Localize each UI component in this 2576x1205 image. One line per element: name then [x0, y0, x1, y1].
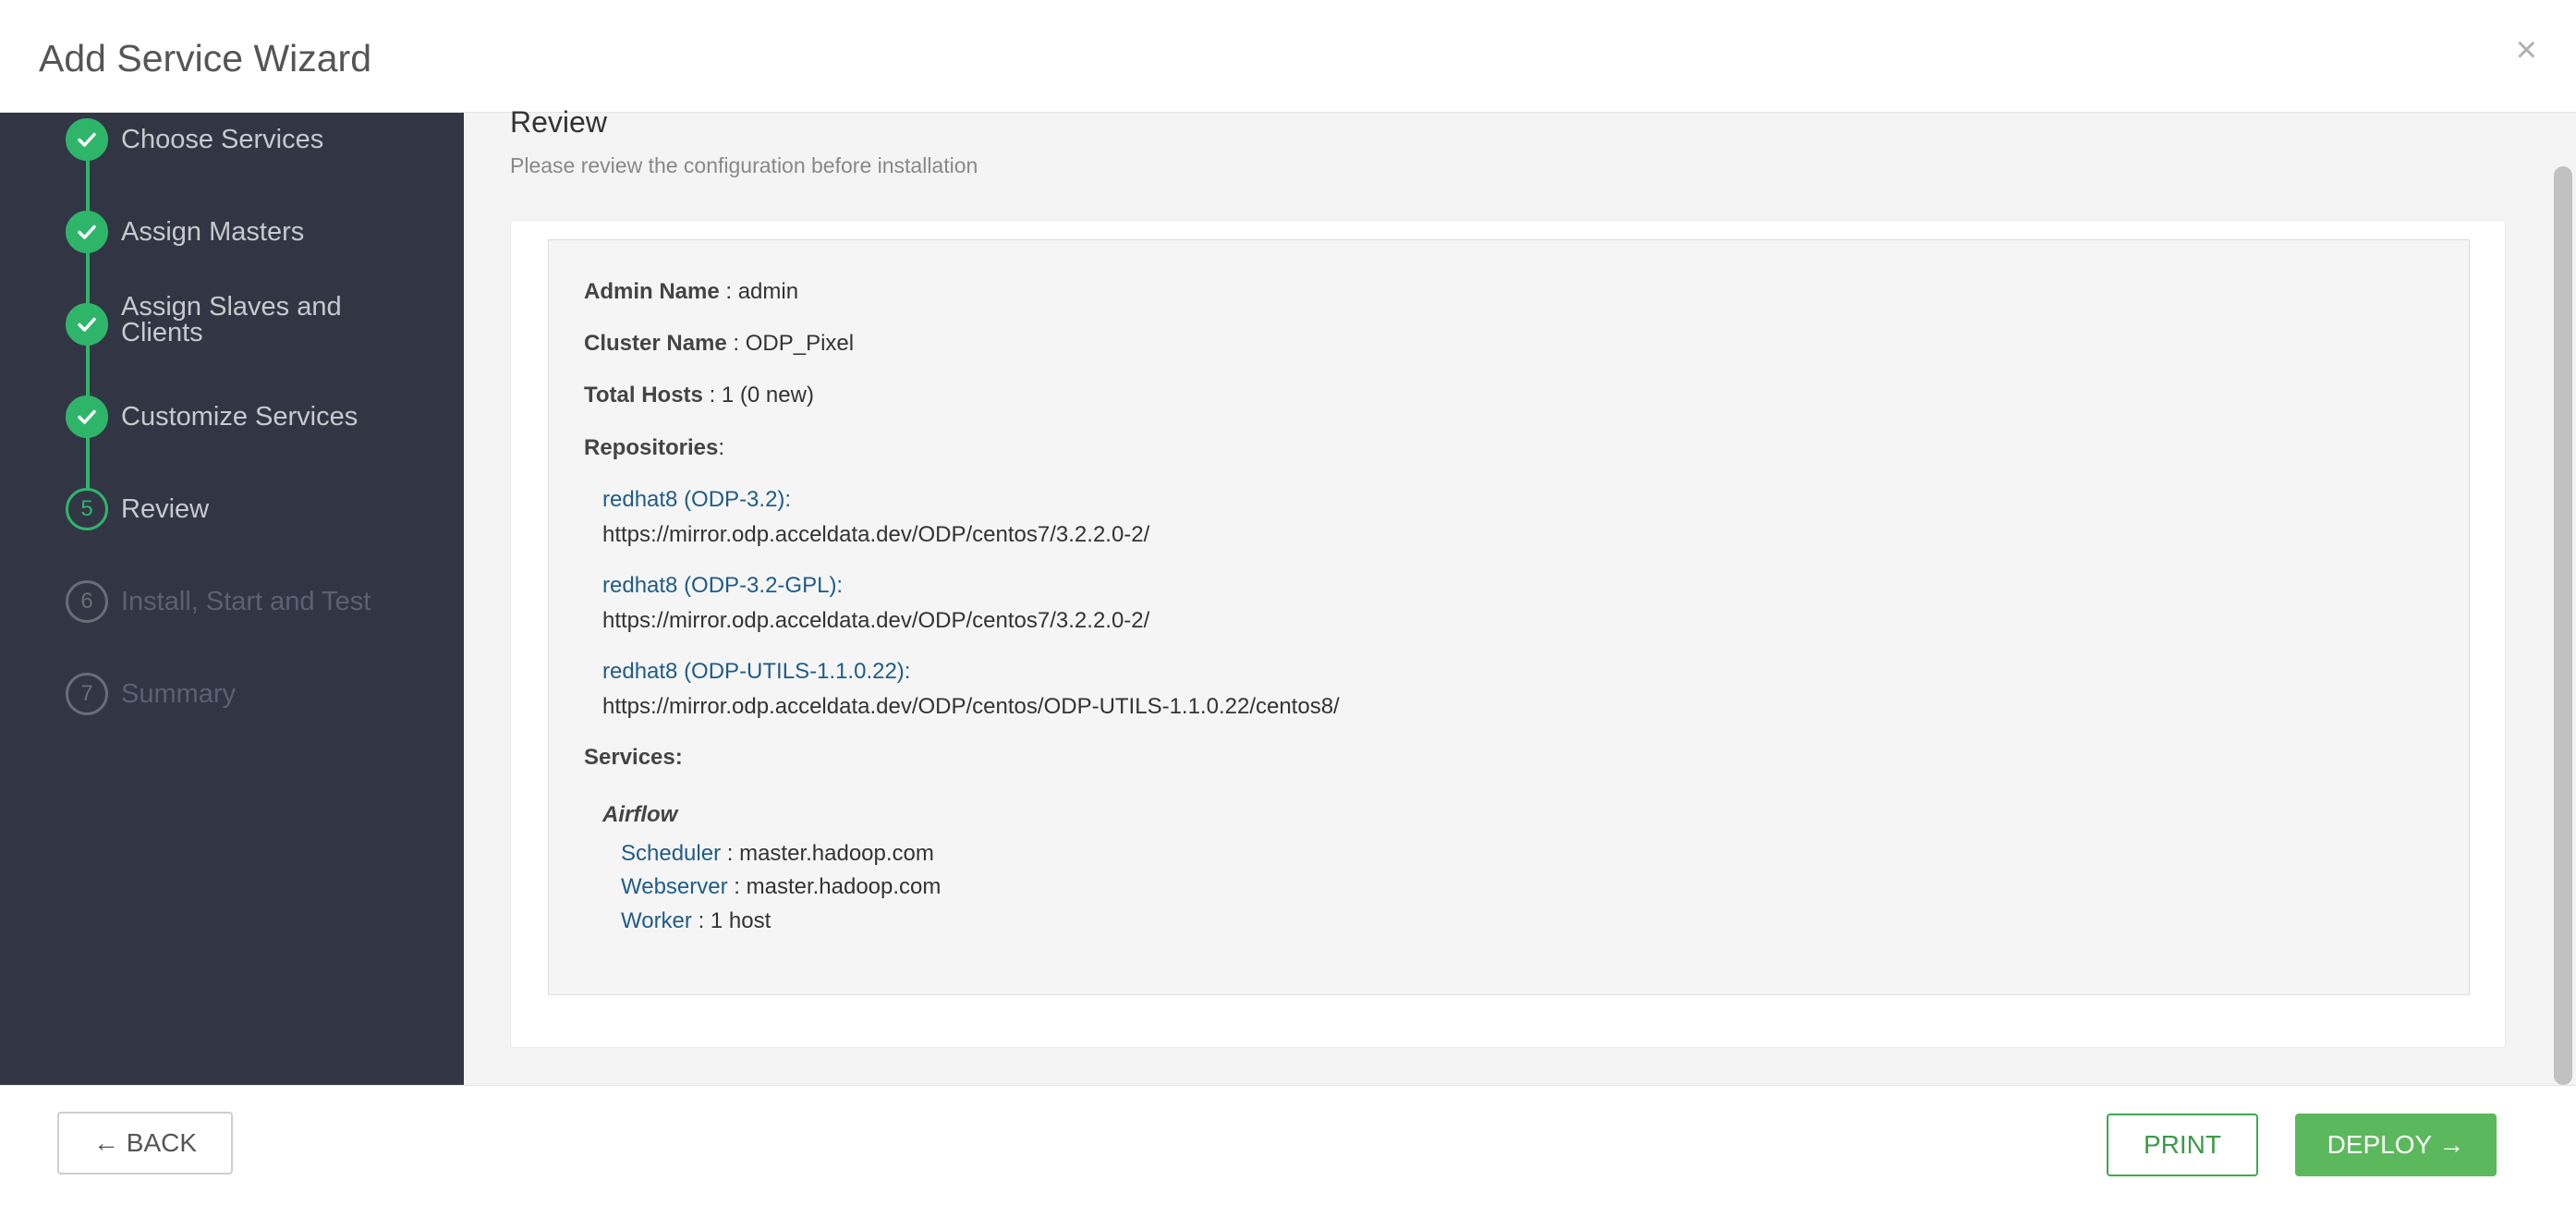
component-value: : master.hadoop.com — [727, 874, 942, 899]
total-hosts-row: Total Hosts : 1 (0 new) — [584, 383, 814, 408]
service-name: Airflow — [602, 802, 678, 827]
repository-url: https://mirror.odp.acceldata.dev/ODP/cen… — [602, 608, 1150, 633]
component-value: : 1 host — [691, 908, 772, 933]
check-icon — [66, 303, 108, 346]
step-summary: 7 Summary — [66, 673, 454, 715]
step-number: 7 — [66, 673, 108, 715]
repositories-label: Repositories — [584, 435, 719, 460]
wizard-steps-sidebar: Choose Services Assign Masters Assign Sl… — [0, 113, 464, 1085]
step-number: 6 — [66, 580, 108, 623]
service-component: Scheduler : master.hadoop.com — [621, 841, 934, 867]
repository-url: https://mirror.odp.acceldata.dev/ODP/cen… — [602, 694, 1340, 719]
cluster-name-row: Cluster Name : ODP_Pixel — [584, 331, 854, 357]
repository-name: redhat8 (ODP-UTILS-1.1.0.22): — [602, 659, 911, 684]
repository-item: redhat8 (ODP-UTILS-1.1.0.22): https://mi… — [602, 659, 1340, 720]
page-title: Review — [510, 105, 607, 139]
page-subtitle: Please review the configuration before i… — [510, 153, 978, 177]
back-button[interactable]: ← BACK — [57, 1112, 233, 1175]
repositories-heading: Repositories: — [584, 435, 724, 461]
step-assign-masters[interactable]: Assign Masters — [66, 211, 454, 253]
admin-name-value: : admin — [719, 279, 799, 304]
deploy-button[interactable]: DEPLOY → — [2295, 1114, 2497, 1176]
step-customize-services[interactable]: Customize Services — [66, 396, 454, 438]
step-assign-slaves-and-clients[interactable]: Assign Slaves and Clients — [66, 294, 454, 347]
repositories-suffix: : — [718, 435, 725, 460]
check-icon — [66, 211, 108, 253]
close-icon[interactable]: × — [2516, 31, 2537, 68]
review-summary-box: Admin Name : admin Cluster Name : ODP_Pi… — [548, 239, 2470, 995]
check-icon — [66, 396, 108, 438]
component-name: Worker — [621, 908, 692, 933]
modal-footer: ← BACK PRINT DEPLOY → — [0, 1085, 2576, 1205]
component-name: Scheduler — [621, 841, 722, 866]
component-name: Webserver — [621, 874, 728, 899]
repository-name: redhat8 (ODP-3.2-GPL): — [602, 573, 844, 598]
repository-item: redhat8 (ODP-3.2): https://mirror.odp.ac… — [602, 487, 1149, 548]
check-icon — [66, 118, 108, 161]
repository-item: redhat8 (ODP-3.2-GPL): https://mirror.od… — [602, 573, 1149, 634]
cluster-name-label: Cluster Name — [584, 331, 727, 356]
step-review[interactable]: 5 Review — [66, 488, 454, 530]
total-hosts-label: Total Hosts — [584, 383, 703, 408]
repository-url: https://mirror.odp.acceldata.dev/ODP/cen… — [602, 522, 1150, 547]
admin-name-row: Admin Name : admin — [584, 279, 798, 305]
step-label: Summary — [121, 679, 237, 709]
step-label: Customize Services — [121, 402, 358, 432]
admin-name-label: Admin Name — [584, 279, 720, 304]
modal-header: Add Service Wizard × — [0, 0, 2576, 113]
step-label: Assign Slaves and Clients — [121, 292, 342, 347]
review-content: Review Please review the configuration b… — [464, 105, 2552, 1085]
review-panel: Admin Name : admin Cluster Name : ODP_Pi… — [510, 220, 2506, 1048]
step-install-start-test: 6 Install, Start and Test — [66, 580, 454, 623]
step-label: Install, Start and Test — [121, 587, 371, 616]
modal-title: Add Service Wizard — [39, 37, 372, 79]
repository-name: redhat8 (ODP-3.2): — [602, 487, 792, 512]
step-label: Review — [121, 494, 210, 524]
services-label: Services: — [584, 745, 683, 770]
step-label: Choose Services — [121, 125, 324, 154]
cluster-name-value: : ODP_Pixel — [726, 331, 855, 356]
content-scrollbar-thumb[interactable] — [2554, 166, 2572, 1085]
print-button[interactable]: PRINT — [2107, 1114, 2258, 1176]
service-component: Worker : 1 host — [621, 908, 771, 934]
total-hosts-value: : 1 (0 new) — [702, 383, 814, 408]
services-heading: Services: — [584, 745, 683, 771]
component-value: : master.hadoop.com — [721, 841, 934, 866]
service-component: Webserver : master.hadoop.com — [621, 874, 941, 900]
step-label: Assign Masters — [121, 217, 305, 247]
step-choose-services[interactable]: Choose Services — [66, 118, 454, 161]
step-number: 5 — [66, 488, 108, 530]
